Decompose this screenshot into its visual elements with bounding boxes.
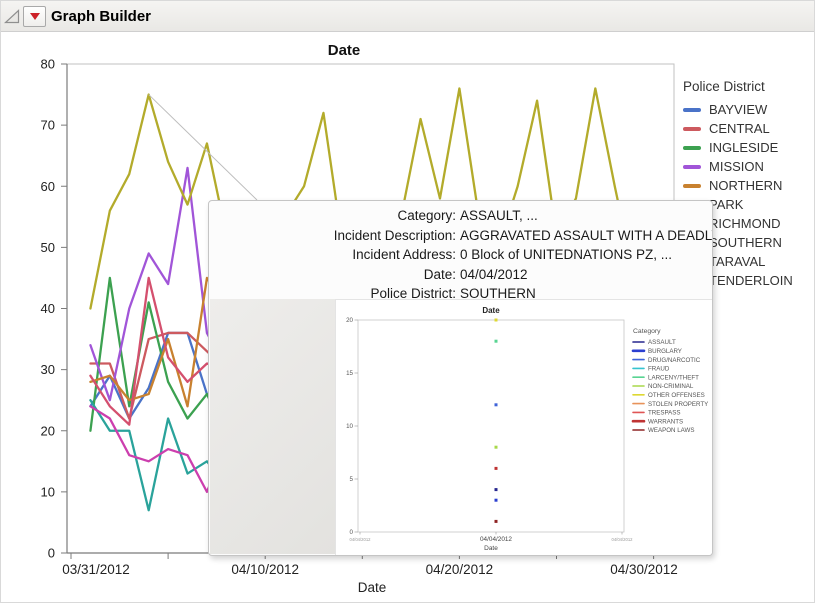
mini-legend-label: FRAUD — [648, 366, 670, 373]
tooltip-row-category: Category: ASSAULT, ... — [209, 206, 712, 226]
mini-legend-title: Category — [633, 328, 661, 335]
tooltip-row-incident-address: Incident Address: 0 Block of UNITEDNATIO… — [209, 245, 712, 265]
x-axis-title: Date — [358, 580, 387, 595]
legend-label: PARK — [709, 197, 743, 212]
legend-label: BAYVIEW — [709, 102, 767, 117]
legend-swatch — [683, 146, 701, 150]
mini-point-assault[interactable] — [495, 488, 498, 491]
legend-item-northern[interactable]: NORTHERN — [683, 176, 793, 195]
mini-point-non-criminal[interactable] — [495, 446, 498, 449]
tooltip-text-block: Category: ASSAULT, ... Incident Descript… — [209, 201, 712, 304]
legend-title: Police District — [683, 79, 793, 94]
mini-point-drug-narcotic[interactable] — [495, 403, 498, 406]
legend-label: SOUTHERN — [709, 235, 782, 250]
legend-swatch — [683, 165, 701, 169]
y-tick-label: 80 — [41, 57, 55, 72]
x-tick-label: 04/30/2012 — [610, 562, 678, 577]
tooltip-graphlet-panel: Date 0 5 10 15 20 04/04/2012 04/04/2012 04/04/20… — [335, 299, 713, 555]
mini-legend-label: STOLEN PROPERTY — [648, 401, 708, 408]
x-tick-label: 04/10/2012 — [231, 562, 299, 577]
mini-x-axis-title: Date — [484, 545, 498, 552]
legend-label: RICHMOND — [709, 216, 781, 231]
window-title: Graph Builder — [51, 8, 151, 25]
legend-item-central[interactable]: CENTRAL — [683, 119, 793, 138]
x-tick-label: 04/20/2012 — [426, 562, 494, 577]
mini-y-tick-label: 5 — [350, 476, 354, 483]
mini-point-other-offenses[interactable] — [495, 319, 498, 322]
mini-y-tick-label: 0 — [350, 529, 354, 536]
y-tick-label: 10 — [41, 484, 55, 499]
mini-x-tick-label: 04/04/2012 — [480, 536, 512, 543]
mini-y-tick-label: 10 — [346, 423, 353, 430]
y-tick-label: 70 — [41, 118, 55, 133]
tooltip-gray-pane — [210, 299, 335, 554]
mini-legend-label: WARRANTS — [648, 418, 683, 425]
mini-point-warrants[interactable] — [495, 467, 498, 470]
mini-y-tick-label: 20 — [346, 317, 353, 324]
mini-chart-title: Date — [482, 306, 500, 315]
mini-legend-label: NON-CRIMINAL — [648, 383, 694, 390]
mini-plot-area — [358, 320, 624, 532]
mini-point-weapon-laws[interactable] — [495, 520, 498, 523]
collapse-triangle-icon[interactable] — [3, 7, 21, 25]
mini-legend-label: WEAPON LAWS — [648, 427, 695, 434]
mini-legend-label: LARCENY/THEFT — [648, 374, 699, 381]
tooltip-row-date: Date: 04/04/2012 — [209, 265, 712, 285]
legend-item-bayview[interactable]: BAYVIEW — [683, 100, 793, 119]
legend-swatch — [683, 184, 701, 188]
red-triangle-icon — [30, 13, 40, 20]
legend-label: NORTHERN — [709, 178, 782, 193]
mini-y-tick-label: 15 — [346, 370, 353, 377]
legend-label: CENTRAL — [709, 121, 770, 136]
legend-item-mission[interactable]: MISSION — [683, 157, 793, 176]
legend-label: MISSION — [709, 159, 764, 174]
y-tick-label: 50 — [41, 240, 55, 255]
legend-label: TENDERLOIN — [709, 273, 793, 288]
legend-label: INGLESIDE — [709, 140, 778, 155]
mini-legend-label: TRESPASS — [648, 410, 681, 417]
mini-legend-label: DRUG/NARCOTIC — [648, 357, 701, 364]
outline-title-bar: Graph Builder — [1, 1, 814, 32]
red-triangle-menu-button[interactable] — [23, 6, 46, 27]
y-tick-label: 20 — [41, 423, 55, 438]
tooltip-row-incident-description: Incident Description: AGGRAVATED ASSAULT… — [209, 226, 712, 246]
mini-x-tick-label: 04/04/2012 — [350, 537, 372, 542]
graph-builder-window: 0102030405060708003/31/201204/10/201204/… — [0, 0, 815, 603]
mini-point-burglary[interactable] — [495, 499, 498, 502]
legend-item-ingleside[interactable]: INGLESIDE — [683, 138, 793, 157]
chart-title: Date — [328, 42, 361, 59]
legend-swatch — [683, 127, 701, 131]
y-tick-label: 0 — [48, 546, 55, 561]
y-tick-label: 60 — [41, 179, 55, 194]
mini-legend-label: BURGLARY — [648, 348, 682, 355]
y-tick-label: 30 — [41, 362, 55, 377]
mini-legend-label: ASSAULT — [648, 339, 676, 346]
hover-label-tooltip: Category: ASSAULT, ... Incident Descript… — [208, 200, 713, 556]
mini-legend-label: OTHER OFFENSES — [648, 392, 705, 399]
mini-point-larceny-theft[interactable] — [495, 340, 498, 343]
mini-x-tick-label: 04/04/2012 — [612, 537, 634, 542]
mini-chart: Date 0 5 10 15 20 04/04/2012 04/04/2012 04/04/20… — [336, 300, 713, 555]
y-tick-label: 40 — [41, 301, 55, 316]
legend-swatch — [683, 108, 701, 112]
x-tick-label: 03/31/2012 — [62, 562, 130, 577]
legend-label: TARAVAL — [709, 254, 765, 269]
